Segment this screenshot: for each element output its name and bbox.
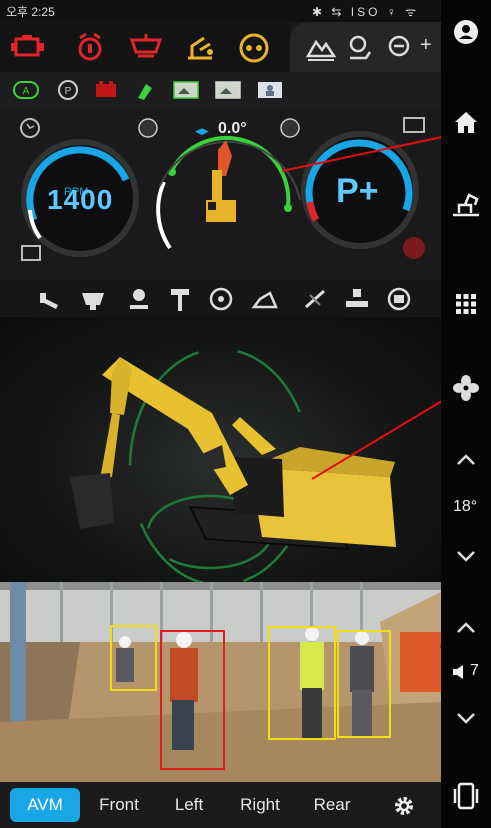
camera-icon-top-right: [403, 117, 425, 133]
battery-icon: [96, 81, 116, 97]
wash-icon[interactable]: [384, 30, 414, 66]
detection-box-person: [110, 625, 157, 691]
status-bar: 오후 2:25 ✱ ⇆ ISO ♀ ᯤ: [0, 0, 441, 22]
speaker-icon: [453, 665, 463, 679]
fuel-icon: [21, 245, 41, 261]
angle-prefix-icon: ◀▶: [195, 126, 209, 136]
engine-warning-icon: [11, 35, 44, 57]
climate-icon[interactable]: [344, 30, 374, 66]
tool-icon[interactable]: [34, 285, 64, 313]
detection-box-person: [268, 626, 336, 740]
hour-meter-icon: [20, 118, 40, 138]
machine-button[interactable]: [441, 184, 491, 224]
quickcoupler-icon[interactable]: [342, 285, 372, 313]
boom-icon-right: [280, 118, 300, 138]
work-light-icon: [138, 84, 152, 100]
slope-up-button[interactable]: [441, 440, 491, 480]
slope-down-button[interactable]: [441, 536, 491, 576]
rpm-value: 1400: [47, 184, 114, 215]
tab-rear[interactable]: Rear: [300, 788, 364, 822]
tab-right[interactable]: Right: [226, 788, 294, 822]
parking-icon: P: [58, 80, 78, 100]
tab-front[interactable]: Front: [86, 788, 152, 822]
status-system-icons: ✱ ⇆ ISO ♀ ᯤ: [312, 5, 420, 19]
boom-icon[interactable]: [124, 285, 154, 313]
auto-mode-icon: A: [13, 81, 39, 99]
status-time: 오후 2:25: [6, 5, 55, 19]
seatbelt-icon: [258, 82, 282, 98]
chevron-up-icon: [457, 454, 475, 465]
volume-down-button[interactable]: [441, 698, 491, 738]
camera-feed[interactable]: [0, 582, 441, 782]
menu-grid-button[interactable]: [441, 284, 491, 324]
chevron-down-icon: [457, 551, 475, 562]
chevron-up-icon: [457, 622, 475, 633]
profile-button[interactable]: [441, 12, 491, 52]
detection-box-danger: [160, 630, 225, 770]
seat-icon[interactable]: [384, 285, 414, 313]
alarm-icon: [403, 237, 425, 259]
wiper-icon[interactable]: [300, 285, 330, 313]
fan-icon: [453, 375, 479, 401]
bucket-icon[interactable]: [78, 285, 108, 313]
screens-icon: [453, 782, 479, 810]
home-button[interactable]: [441, 102, 491, 142]
excavator-3d-model: [70, 347, 396, 587]
coolant-warning-icon: [78, 32, 102, 61]
add-icon[interactable]: +: [420, 34, 432, 57]
hammer-icon[interactable]: [165, 285, 195, 313]
chevron-down-icon: [457, 713, 475, 724]
screen-switch-button[interactable]: [441, 776, 491, 816]
hydraulic-warning-icon: [188, 36, 213, 60]
travel-icon[interactable]: [250, 285, 280, 313]
camera-front-icon: [173, 81, 199, 99]
mode-value: P+: [336, 172, 379, 210]
svg-text:A: A: [23, 86, 30, 97]
filter-warning-icon: [239, 33, 269, 63]
angle-value: 0.0°: [218, 120, 247, 137]
fan-button[interactable]: [441, 368, 491, 408]
radio-icon[interactable]: [304, 30, 338, 66]
grid-icon: [456, 294, 476, 314]
settings-gear-icon[interactable]: [392, 794, 416, 818]
volume-value: 7: [470, 662, 479, 679]
tab-left[interactable]: Left: [160, 788, 218, 822]
user-icon: [454, 20, 478, 44]
boom-icon-left: [138, 118, 158, 138]
tab-avm[interactable]: AVM: [10, 788, 80, 822]
home-icon: [455, 112, 477, 133]
fan-icon[interactable]: [206, 285, 236, 313]
camera-rear-icon: [215, 81, 241, 99]
slope-value: 18°: [453, 498, 478, 515]
volume-up-button[interactable]: [441, 608, 491, 648]
excavator-icon: [453, 193, 479, 217]
detection-box-person: [337, 630, 391, 738]
svg-text:P: P: [65, 86, 72, 97]
oil-warning-icon: [129, 34, 163, 58]
excavator-3d-view[interactable]: [0, 317, 441, 587]
